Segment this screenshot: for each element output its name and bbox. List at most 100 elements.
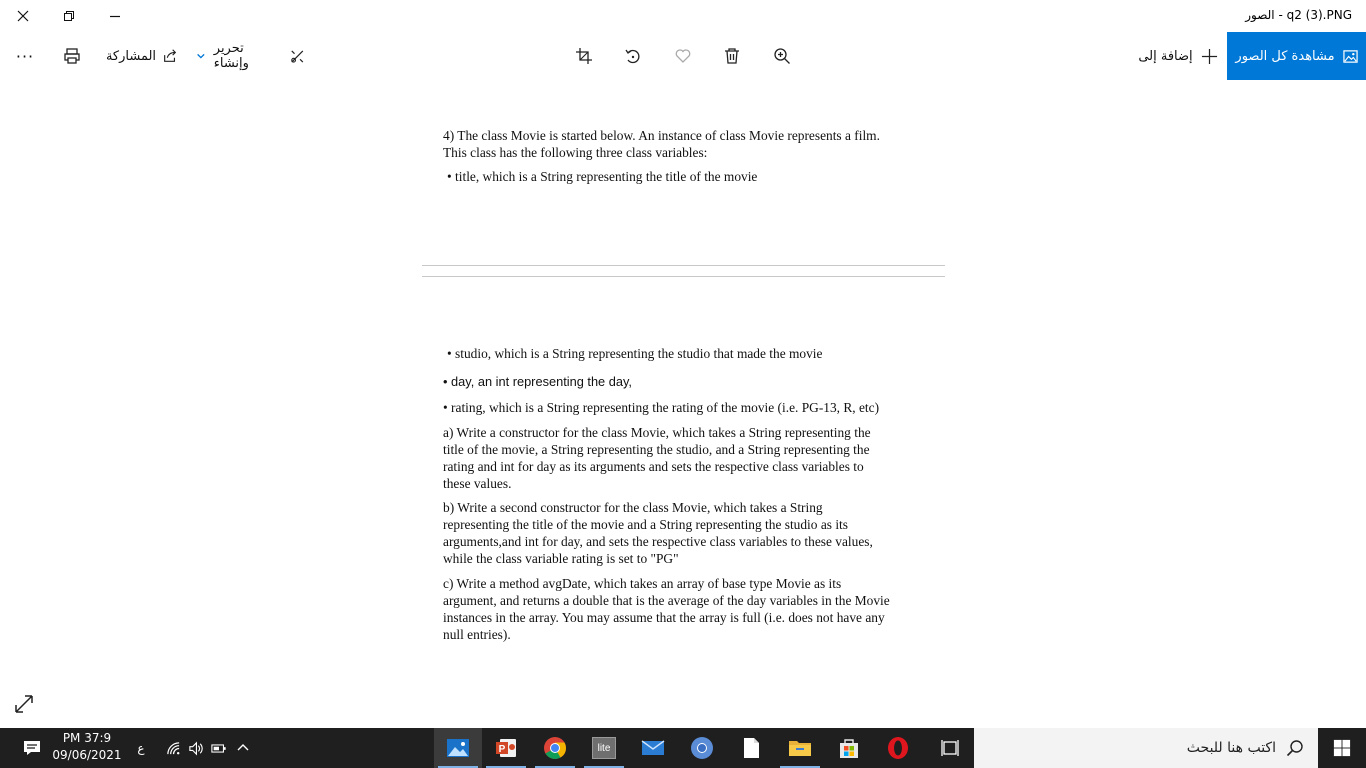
clock-time: PM 37:9 xyxy=(62,731,112,745)
taskbar-opera[interactable] xyxy=(874,728,922,768)
restore-window-button[interactable] xyxy=(46,0,92,32)
taskbar-powerpoint[interactable]: P xyxy=(482,728,530,768)
chrome-blue-icon xyxy=(691,737,713,759)
minimize-window-button[interactable] xyxy=(92,0,138,32)
network-button[interactable] xyxy=(162,728,184,768)
svg-text:P: P xyxy=(499,744,506,755)
page-divider-top xyxy=(422,265,945,266)
taskbar-notepad[interactable] xyxy=(727,728,775,768)
wifi-icon xyxy=(166,741,179,754)
part-b-line: representing the title of the movie and … xyxy=(443,517,848,532)
crop-icon xyxy=(576,48,592,64)
share-icon xyxy=(164,49,177,62)
part-a-line: title of the movie, a String representin… xyxy=(443,442,870,457)
bullet-studio: • studio, which is a String representing… xyxy=(447,346,823,361)
add-to-button[interactable]: إضافة إلى xyxy=(1136,32,1220,80)
page-divider-bottom xyxy=(422,276,945,277)
task-view-icon xyxy=(941,740,959,756)
notification-icon xyxy=(24,741,40,755)
taskbar-search-box[interactable]: اكتب هنا للبحث xyxy=(974,728,1318,768)
language-label: ع xyxy=(137,741,145,755)
rotate-button[interactable] xyxy=(618,32,648,80)
search-placeholder: اكتب هنا للبحث xyxy=(1186,740,1276,756)
bullet-rating: • rating, which is a String representing… xyxy=(443,400,880,415)
start-button[interactable] xyxy=(1318,728,1366,768)
bullet-day: • day, an int representing the day, xyxy=(443,374,632,389)
part-c-line: c) Write a method avgDate, which takes a… xyxy=(443,576,842,591)
more-options-button[interactable]: ··· xyxy=(8,32,42,80)
restore-icon xyxy=(64,11,74,21)
photos-app-icon xyxy=(447,739,469,757)
trash-icon xyxy=(725,48,739,64)
taskbar: PM 37:9 09/06/2021 ع P lite اكتب هنا للب… xyxy=(0,728,1366,768)
title-bar: الصور - q2 (3).PNG xyxy=(0,0,1366,32)
close-window-button[interactable] xyxy=(0,0,46,32)
store-icon xyxy=(840,739,858,758)
battery-button[interactable] xyxy=(208,728,230,768)
close-icon xyxy=(17,10,29,22)
expand-icon xyxy=(15,695,33,713)
taskbar-lite-app[interactable]: lite xyxy=(580,728,628,768)
taskbar-mail[interactable] xyxy=(629,728,677,768)
more-label: ··· xyxy=(15,46,35,66)
taskbar-file-explorer[interactable] xyxy=(776,728,824,768)
chevron-down-icon xyxy=(197,53,205,59)
share-button[interactable]: المشاركة xyxy=(104,32,180,80)
speaker-icon xyxy=(188,741,203,755)
photo-toolbar: ··· المشاركة تحرير وإنشاء إضافة إلى xyxy=(0,32,1366,80)
print-button[interactable] xyxy=(56,32,88,80)
task-view-button[interactable] xyxy=(926,728,974,768)
opera-icon xyxy=(888,737,908,759)
part-a-line: rating and int for day as its arguments … xyxy=(443,459,864,474)
battery-icon xyxy=(211,743,226,753)
add-to-label: إضافة إلى xyxy=(1138,48,1193,64)
crop-button[interactable] xyxy=(569,32,599,80)
edit-tools-icon xyxy=(291,50,304,63)
part-a-line: a) Write a constructor for the class Mov… xyxy=(443,425,871,440)
volume-button[interactable] xyxy=(184,728,206,768)
clock-date: 09/06/2021 xyxy=(52,748,122,762)
action-center-button[interactable] xyxy=(14,728,50,768)
powerpoint-icon: P xyxy=(496,739,516,757)
part-b-line: arguments,and int for day, and sets the … xyxy=(443,534,873,549)
zoom-button[interactable] xyxy=(767,32,797,80)
rotate-icon xyxy=(625,49,640,64)
taskbar-chrome-2[interactable] xyxy=(678,728,726,768)
favorite-button[interactable] xyxy=(668,32,698,80)
part-c: c) Write a method avgDate, which takes a… xyxy=(443,575,923,643)
windows-logo-icon xyxy=(1333,739,1351,757)
taskbar-photos-app[interactable] xyxy=(434,728,482,768)
taskbar-store[interactable] xyxy=(825,728,873,768)
part-b-line: b) Write a second constructor for the cl… xyxy=(443,500,823,515)
minimize-icon xyxy=(110,15,120,18)
lite-app-icon: lite xyxy=(592,737,616,759)
full-screen-button[interactable] xyxy=(12,692,36,716)
share-label: المشاركة xyxy=(105,48,157,64)
search-icon xyxy=(1286,740,1303,757)
printer-icon xyxy=(64,48,80,64)
view-all-photos-button[interactable]: مشاهدة كل الصور xyxy=(1227,32,1366,80)
edit-create-label: تحرير وإنشاء xyxy=(213,41,249,71)
photos-icon xyxy=(1342,49,1358,63)
document-icon xyxy=(744,738,759,758)
plus-icon xyxy=(1201,48,1217,64)
intro-line-2: This class has the following three class… xyxy=(443,145,708,160)
part-b-line: while the class variable rating is set t… xyxy=(443,551,679,566)
mail-icon xyxy=(641,740,665,755)
taskbar-chrome[interactable] xyxy=(531,728,579,768)
language-indicator[interactable]: ع xyxy=(130,728,152,768)
part-c-line: instances in the array. You may assume t… xyxy=(443,610,885,625)
heart-icon xyxy=(675,49,691,63)
clock[interactable]: PM 37:9 09/06/2021 xyxy=(52,730,122,766)
delete-button[interactable] xyxy=(717,32,747,80)
part-a-line: these values. xyxy=(443,476,512,491)
view-all-label: مشاهدة كل الصور xyxy=(1235,48,1335,64)
bullet-title: • title, which is a String representing … xyxy=(447,169,758,184)
folder-icon xyxy=(789,741,811,756)
show-hidden-icons-button[interactable] xyxy=(232,728,254,768)
part-c-line: null entries). xyxy=(443,627,511,642)
zoom-in-icon xyxy=(774,48,790,64)
edit-create-button[interactable]: تحرير وإنشاء xyxy=(196,32,306,80)
part-c-line: argument, and returns a double that is t… xyxy=(443,593,890,608)
part-a: a) Write a constructor for the class Mov… xyxy=(443,424,913,492)
